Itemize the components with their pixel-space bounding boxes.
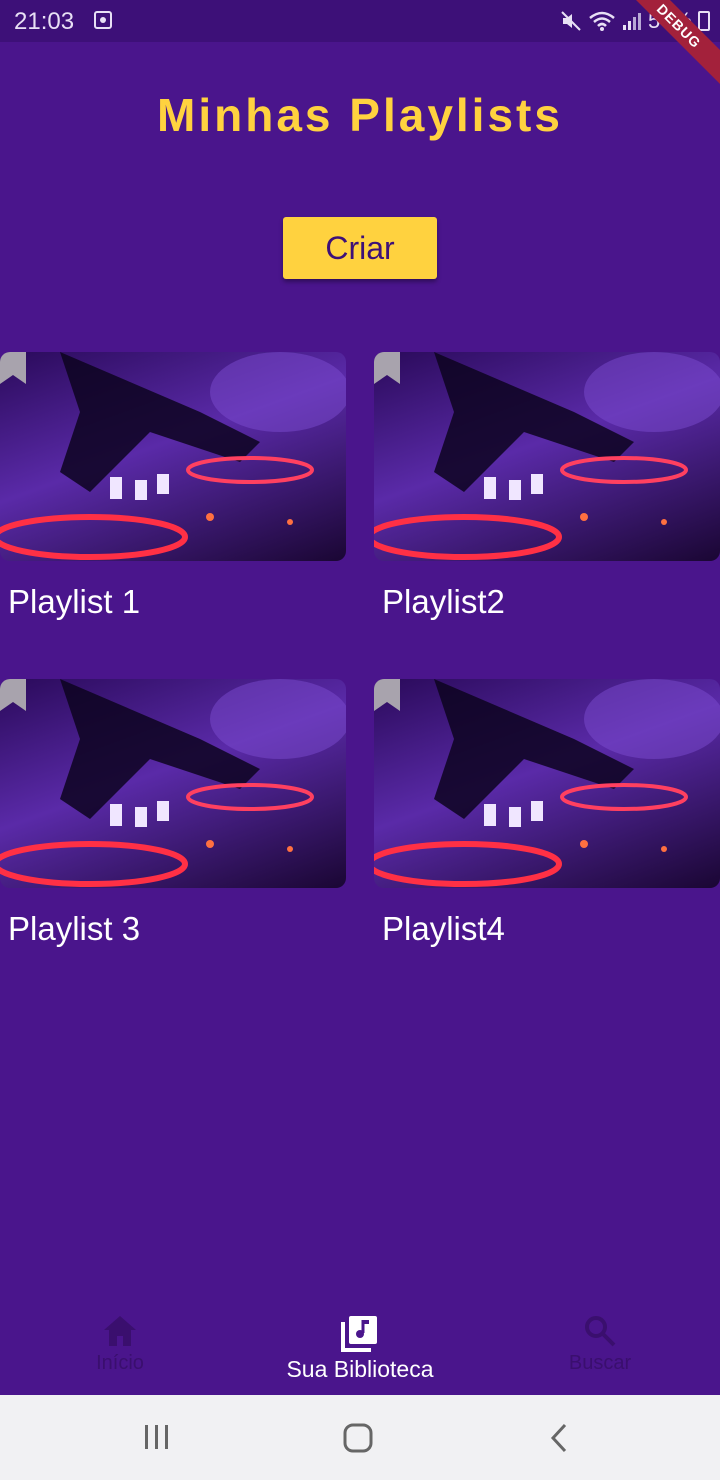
nav-label: Sua Biblioteca: [286, 1356, 434, 1382]
bookmark-icon[interactable]: [0, 679, 26, 711]
playlist-title: Playlist2: [382, 583, 505, 620]
notification-icon: [94, 11, 112, 29]
bookmark-icon[interactable]: [0, 352, 26, 384]
signal-icon: [622, 13, 641, 30]
playlist-card[interactable]: Playlist 3: [0, 679, 346, 948]
home-icon: [104, 1316, 136, 1346]
nav-label: Buscar: [568, 1352, 632, 1374]
playlist-cover-image: [374, 679, 720, 888]
system-nav-bar: [0, 1395, 720, 1480]
nav-label: Início: [96, 1352, 144, 1374]
bottom-nav: Início Sua Biblioteca Buscar: [0, 1300, 720, 1395]
create-button[interactable]: Criar: [283, 217, 437, 279]
playlist-card[interactable]: Playlist4: [374, 679, 720, 948]
home-button-icon[interactable]: [342, 1423, 374, 1453]
playlist-cover-image: [0, 679, 346, 888]
playlist-cover-image: [374, 352, 720, 561]
library-music-icon: [341, 1316, 377, 1352]
back-icon[interactable]: [548, 1423, 570, 1453]
bookmark-icon[interactable]: [374, 679, 400, 711]
playlist-title: Playlist 3: [8, 910, 141, 947]
playlist-cover-image: [0, 352, 346, 561]
status-bar: 21:03 56%: [0, 0, 720, 42]
nav-item-sua-biblioteca[interactable]: Sua Biblioteca: [240, 1314, 480, 1383]
page-title: Minhas Playlists: [157, 89, 563, 141]
nav-item-buscar[interactable]: Buscar: [480, 1314, 720, 1375]
mute-icon: [561, 11, 581, 31]
search-icon: [585, 1316, 616, 1347]
wifi-icon: [589, 11, 615, 31]
recent-apps-icon[interactable]: [143, 1423, 171, 1451]
playlist-title: Playlist 1: [8, 583, 141, 620]
playlist-card[interactable]: Playlist2: [374, 352, 720, 621]
bookmark-icon[interactable]: [374, 352, 400, 384]
battery-icon: [698, 11, 710, 31]
nav-item-inicio[interactable]: Início: [0, 1314, 240, 1375]
playlist-card[interactable]: Playlist 1: [0, 352, 346, 621]
status-time: 21:03: [14, 8, 75, 35]
playlist-title: Playlist4: [382, 910, 505, 947]
